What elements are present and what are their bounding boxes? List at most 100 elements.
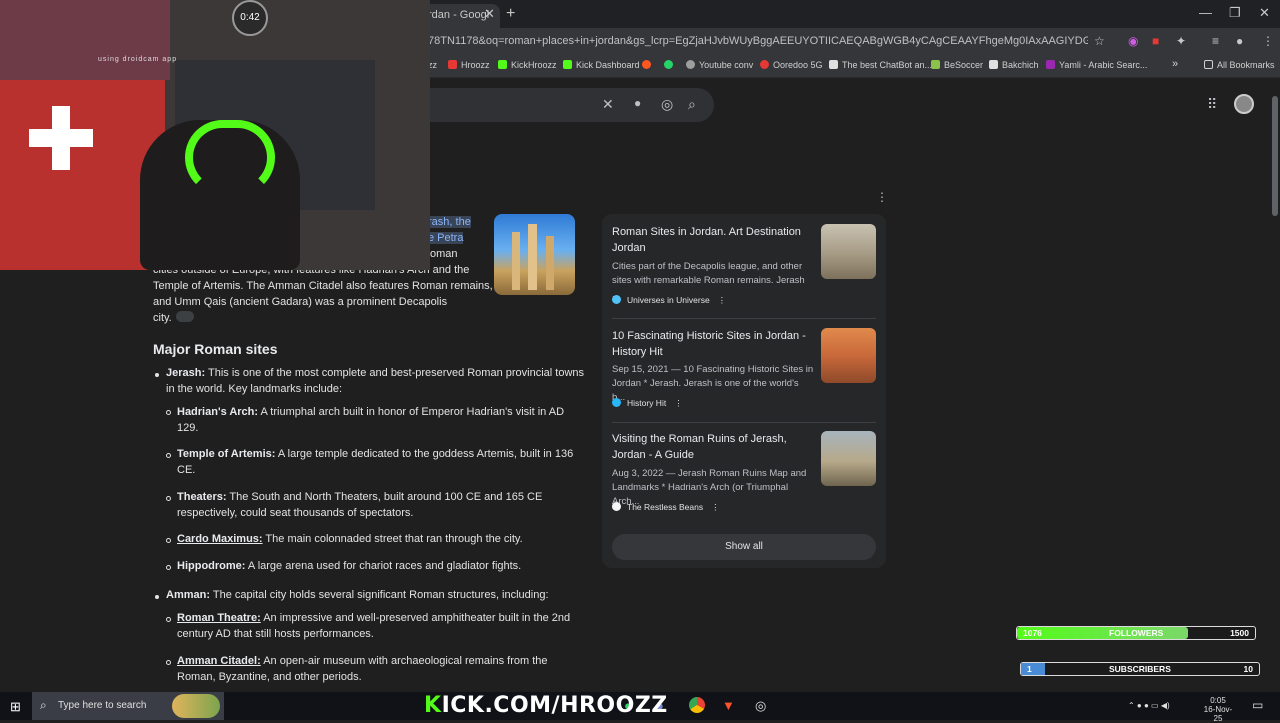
lens-icon[interactable]: ◎ — [661, 96, 673, 113]
item-label: Hippodrome: — [177, 560, 246, 572]
clock-time: 0:05 — [1210, 696, 1226, 705]
extension-icon[interactable]: ◉ — [1128, 34, 1138, 48]
bullet — [155, 595, 159, 599]
item-text: respectively, could seat thousands of sp… — [177, 507, 414, 519]
intro-text: oman — [430, 248, 458, 260]
bullet — [155, 373, 159, 377]
item-text: This is one of the most complete and bes… — [205, 367, 585, 379]
webcam-overlay: 0:42 using droidcam app — [0, 0, 430, 270]
menu-icon[interactable]: ⋮ — [1262, 34, 1274, 48]
sources-panel: Roman Sites in Jordan. Art Destination J… — [602, 214, 886, 568]
extension-icon[interactable]: ■ — [1152, 34, 1159, 48]
search-icon[interactable]: ⌕ — [688, 96, 696, 113]
search-icon: ⌕ — [40, 698, 47, 712]
highlighted-text: , the — [449, 216, 471, 228]
site-favicon-icon — [612, 295, 621, 304]
bookmark-item[interactable] — [664, 60, 677, 70]
windows-start-icon[interactable]: ⊞ — [10, 699, 21, 715]
followers-label: FOLLOWERS — [1109, 628, 1164, 638]
restore-button[interactable]: ❐ — [1229, 5, 1241, 21]
source-thumbnail[interactable] — [821, 431, 876, 486]
tab-close-icon[interactable]: ✕ — [484, 6, 495, 22]
item-text: A large arena used for chariot races and… — [245, 560, 522, 572]
notifications-icon[interactable]: ▭ — [1252, 698, 1263, 712]
tray-icons[interactable]: ⌃ ● ● ▭ ◀) — [1128, 701, 1170, 710]
item-text: in the world. Key landmarks include: — [166, 383, 343, 395]
source-thumbnail[interactable] — [821, 224, 876, 279]
bookmark-star-icon[interactable]: ☆ — [1094, 34, 1105, 48]
flag-cross — [29, 129, 93, 147]
source-site: Universes in Universe — [627, 295, 710, 305]
followers-goal: 1500 — [1230, 628, 1249, 638]
apps-grid-icon[interactable]: ⠿ — [1207, 96, 1217, 113]
bookmarks-overflow-icon[interactable]: » — [1172, 58, 1178, 70]
item-label: Temple of Artemis: — [177, 448, 276, 460]
item-link[interactable]: Roman Theatre: — [177, 612, 261, 624]
sub-bullet — [166, 565, 171, 570]
intro-text: and Umm Qais (ancient Gadara) was a prom… — [153, 296, 448, 308]
more-icon[interactable]: ⋮ — [674, 398, 683, 408]
bookmark-item[interactable]: BeSoccer — [931, 60, 983, 70]
bookmark-item[interactable]: Ooredoo 5G — [760, 60, 823, 70]
site-favicon-icon — [612, 398, 621, 407]
minimize-button[interactable]: — — [1199, 5, 1212, 20]
profile-avatar-icon[interactable]: ● — [1236, 34, 1243, 48]
bookmark-item[interactable]: KickHroozz — [498, 60, 557, 70]
source-site: The Restless Beans — [627, 502, 704, 512]
url-field[interactable]: 78TN1178&oq=roman+places+in+jordan&gs_lc… — [428, 35, 1088, 47]
item-text: century AD that still hosts performances… — [177, 628, 374, 640]
subscribers-goal: 10 — [1243, 664, 1253, 674]
bookmark-item[interactable]: Bakchich — [989, 60, 1039, 70]
scarf — [0, 0, 170, 80]
account-avatar[interactable] — [1234, 94, 1254, 114]
extensions-puzzle-icon[interactable]: ✦ — [1176, 34, 1186, 48]
more-icon[interactable]: ⋮ — [711, 502, 720, 512]
section-heading: Major Roman sites — [153, 341, 278, 357]
source-title[interactable]: Visiting the Roman Ruins of Jerash, Jord… — [612, 431, 814, 463]
source-title[interactable]: Roman Sites in Jordan. Art Destination J… — [612, 224, 814, 256]
item-text: 129. — [177, 422, 199, 434]
item-link[interactable]: Cardo Maximus: — [177, 533, 263, 545]
clock-date: 16-Nov-25 — [1203, 705, 1233, 723]
all-bookmarks-button[interactable]: All Bookmarks — [1204, 60, 1275, 70]
more-icon[interactable]: ⋮ — [718, 295, 727, 305]
item-label: Theaters: — [177, 491, 227, 503]
chrome-icon[interactable] — [689, 697, 705, 713]
bookmark-item[interactable]: Yamli - Arabic Searc... — [1046, 60, 1147, 70]
taskbar-search-placeholder: Type here to search — [58, 700, 147, 711]
intro-text: Temple of Artemis. The Amman Citadel als… — [153, 280, 493, 292]
tab-search-icon[interactable]: ≡ — [1212, 34, 1219, 48]
bookmark-item[interactable] — [642, 60, 655, 70]
item-text: The South and North Theaters, built arou… — [226, 491, 543, 503]
article-image[interactable] — [494, 214, 575, 295]
bookmark-item[interactable]: Kick Dashboard — [563, 60, 640, 70]
weather-widget[interactable] — [172, 694, 220, 718]
highlighted-text: e Petra — [428, 232, 464, 244]
voice-search-icon[interactable]: ● — [634, 96, 641, 110]
headset — [185, 120, 275, 195]
bookmark-item[interactable]: Youtube conv — [686, 60, 753, 70]
bookmark-item[interactable]: Hroozz — [448, 60, 490, 70]
sub-bullet — [166, 496, 171, 501]
item-text: Roman, Byzantine, and other periods. — [177, 671, 362, 683]
item-link[interactable]: Amman Citadel: — [177, 655, 261, 667]
new-tab-button[interactable]: + — [506, 5, 515, 23]
scrollbar-thumb[interactable] — [1272, 96, 1278, 216]
close-window-button[interactable]: ✕ — [1259, 5, 1270, 21]
source-thumbnail[interactable] — [821, 328, 876, 383]
wall-clock: 0:42 — [232, 0, 268, 36]
clear-search-icon[interactable]: ✕ — [602, 96, 614, 113]
tab-title: rdan - Googl — [428, 9, 490, 21]
source-title[interactable]: 10 Fascinating Historic Sites in Jordan … — [612, 328, 814, 360]
followers-goal-bar: 1076 FOLLOWERS 1500 — [1016, 626, 1256, 640]
followers-current: 1076 — [1023, 628, 1042, 638]
item-label: Hadrian's Arch: — [177, 406, 259, 418]
show-all-button[interactable]: Show all — [612, 534, 876, 560]
more-options-icon[interactable]: ⋮ — [876, 190, 888, 204]
app-icon[interactable]: ◎ — [755, 698, 766, 714]
item-label: Amman: — [166, 589, 211, 601]
link-icon[interactable] — [175, 311, 194, 322]
intro-text: city. — [153, 312, 172, 324]
bookmark-item[interactable]: The best ChatBot an... — [829, 60, 932, 70]
brave-icon[interactable]: ▼ — [722, 698, 735, 713]
